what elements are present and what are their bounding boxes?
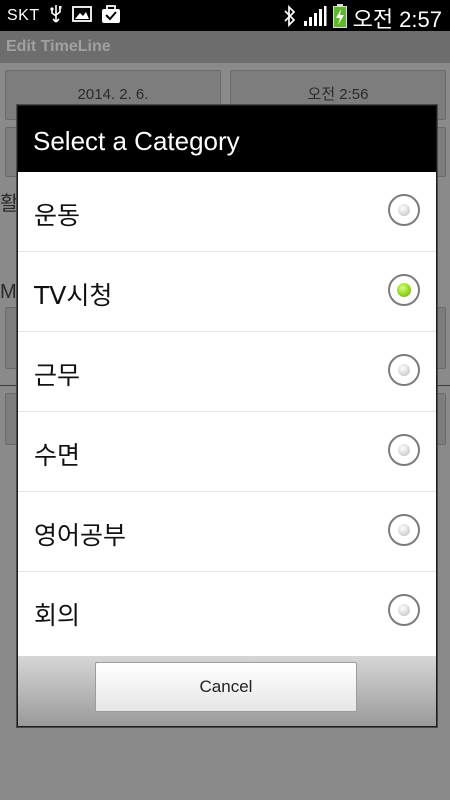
radio-unchecked-icon[interactable] (388, 514, 420, 546)
radio-unchecked-icon[interactable] (388, 194, 420, 226)
category-option[interactable]: 근무 (18, 332, 436, 412)
radio-unchecked-icon[interactable] (388, 354, 420, 386)
status-bar: SKT 오전 2:57 (0, 0, 450, 32)
category-option[interactable]: 운동 (18, 172, 436, 252)
radio-unchecked-icon[interactable] (388, 434, 420, 466)
category-option[interactable]: TV시청 (18, 252, 436, 332)
signal-icon (303, 5, 327, 31)
category-option[interactable]: 수면 (18, 412, 436, 492)
battery-charging-icon (332, 4, 347, 32)
usb-icon (49, 4, 63, 28)
app-title: Edit TimeLine (0, 31, 450, 63)
category-label: TV시청 (34, 281, 113, 310)
briefcase-check-icon (101, 4, 121, 28)
activity-label-partial: 활 (0, 193, 19, 215)
dialog-title: Select a Category (18, 106, 436, 172)
category-option[interactable]: 영어공부 (18, 492, 436, 572)
cancel-button[interactable]: Cancel (95, 662, 357, 712)
radio-checked-icon[interactable] (388, 274, 420, 306)
category-label: 회의 (34, 601, 81, 630)
category-label: 근무 (34, 361, 81, 390)
category-label: 수면 (34, 441, 81, 470)
radio-unchecked-icon[interactable] (388, 594, 420, 626)
category-dialog: Select a Category 운동 TV시청 근무 수면 영어공부 회의 … (17, 105, 437, 727)
status-clock: 오전 2:57 (352, 7, 442, 32)
bluetooth-icon (283, 4, 297, 31)
dialog-footer: Cancel (18, 656, 436, 726)
category-label: 운동 (34, 201, 81, 230)
category-option[interactable]: 회의 (18, 572, 436, 652)
memo-label-partial: M (0, 281, 17, 303)
carrier-label: SKT (7, 7, 40, 24)
image-icon (71, 5, 92, 27)
category-label: 영어공부 (34, 521, 127, 550)
